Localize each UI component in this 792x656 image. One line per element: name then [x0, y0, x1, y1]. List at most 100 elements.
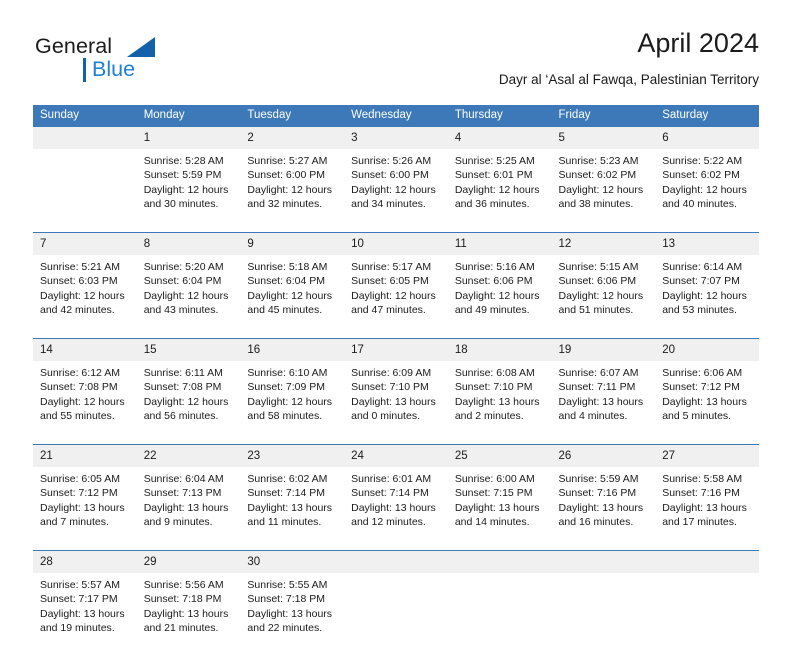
day-cell[interactable]: Sunrise: 6:07 AM Sunset: 7:11 PM Daylight:…: [551, 361, 656, 444]
sunset-text: Sunset: 6:00 PM: [351, 169, 429, 182]
general-blue-logo[interactable]: General Blue: [33, 35, 233, 94]
daylight-text: Daylight: 12 hours and 43 minutes.: [143, 289, 229, 317]
day-cell[interactable]: Sunrise: 6:12 AM Sunset: 7:08 PM Daylight:…: [33, 361, 137, 444]
day-cell[interactable]: Sunrise: 6:00 AM Sunset: 7:15 PM Daylight:…: [447, 467, 552, 550]
daylight-text: Daylight: 12 hours and 58 minutes.: [247, 395, 333, 423]
day-number-row: 14 15 16 17 18 19 20: [33, 339, 759, 361]
day-cell[interactable]: Sunrise: 5:28 AM Sunset: 5:59 PM Daylight:…: [136, 149, 241, 232]
daylight-text: Daylight: 12 hours and 55 minutes.: [40, 395, 125, 423]
daylight-text: Daylight: 13 hours and 0 minutes.: [351, 395, 436, 423]
sunset-text: Sunset: 6:04 PM: [247, 275, 326, 288]
day-cell[interactable]: Sunrise: 6:11 AM Sunset: 7:08 PM Daylight:…: [136, 361, 241, 444]
day-cell[interactable]: Sunrise: 5:15 AM Sunset: 6:06 PM Daylight:…: [551, 255, 656, 338]
day-number[interactable]: 6: [655, 127, 759, 149]
day-number[interactable]: 23: [240, 445, 345, 467]
day-number[interactable]: 3: [344, 127, 448, 149]
daylight-text: Daylight: 12 hours and 51 minutes.: [558, 289, 644, 317]
day-cell[interactable]: Sunrise: 6:08 AM Sunset: 7:10 PM Daylight:…: [447, 361, 552, 444]
day-cell[interactable]: Sunrise: 5:21 AM Sunset: 6:03 PM Daylight:…: [33, 255, 137, 338]
day-number[interactable]: 22: [136, 445, 241, 467]
sunset-text: Sunset: 6:01 PM: [454, 169, 533, 182]
day-number[interactable]: 28: [33, 551, 137, 573]
day-number[interactable]: 13: [655, 233, 759, 255]
day-number[interactable]: 4: [447, 127, 552, 149]
day-number[interactable]: 24: [344, 445, 448, 467]
day-number[interactable]: 7: [33, 233, 137, 255]
sunrise-text: Sunrise: 6:00 AM: [454, 473, 535, 485]
calendar-head: Sunday Monday Tuesday Wednesday Thursday…: [33, 105, 759, 127]
day-number[interactable]: 5: [551, 127, 656, 149]
day-cell[interactable]: Sunrise: 5:17 AM Sunset: 6:05 PM Daylight:…: [344, 255, 448, 338]
logo-bar-icon: [83, 58, 86, 82]
day-cell[interactable]: Sunrise: 5:58 AM Sunset: 7:16 PM Daylight:…: [655, 467, 759, 550]
day-number[interactable]: 1: [136, 127, 241, 149]
day-cell[interactable]: Sunrise: 6:14 AM Sunset: 7:07 PM Daylight:…: [655, 255, 759, 338]
day-cell[interactable]: Sunrise: 5:57 AM Sunset: 7:17 PM Daylight:…: [33, 573, 137, 656]
day-cell[interactable]: Sunrise: 5:55 AM Sunset: 7:18 PM Daylight:…: [240, 573, 345, 656]
day-number-empty: [447, 551, 552, 573]
sunrise-text: Sunrise: 6:08 AM: [454, 367, 535, 379]
sunset-text: Sunset: 7:12 PM: [40, 487, 118, 500]
day-number[interactable]: 15: [136, 339, 241, 361]
day-number[interactable]: 9: [240, 233, 345, 255]
day-number[interactable]: 20: [655, 339, 759, 361]
sunset-text: Sunset: 6:03 PM: [40, 275, 118, 288]
day-cell[interactable]: Sunrise: 6:05 AM Sunset: 7:12 PM Daylight:…: [33, 467, 137, 550]
day-cell[interactable]: Sunrise: 6:09 AM Sunset: 7:10 PM Daylight:…: [344, 361, 448, 444]
daylight-text: Daylight: 12 hours and 36 minutes.: [454, 183, 540, 211]
weekday-header-friday: Friday: [551, 105, 656, 127]
day-cell[interactable]: Sunrise: 5:56 AM Sunset: 7:18 PM Daylight:…: [136, 573, 241, 656]
sunset-text: Sunset: 7:08 PM: [40, 381, 118, 394]
day-cell[interactable]: Sunrise: 5:22 AM Sunset: 6:02 PM Daylight:…: [655, 149, 759, 232]
day-cell[interactable]: Sunrise: 5:20 AM Sunset: 6:04 PM Daylight:…: [136, 255, 241, 338]
sunrise-text: Sunrise: 5:25 AM: [454, 155, 535, 167]
sunrise-text: Sunrise: 5:27 AM: [247, 155, 328, 167]
day-number[interactable]: 11: [447, 233, 552, 255]
day-info-row: Sunrise: 6:12 AM Sunset: 7:08 PM Daylight:…: [33, 361, 759, 444]
day-number[interactable]: 18: [447, 339, 552, 361]
calendar-table: Sunday Monday Tuesday Wednesday Thursday…: [33, 105, 759, 656]
day-cell[interactable]: Sunrise: 6:06 AM Sunset: 7:12 PM Daylight:…: [655, 361, 759, 444]
sunset-text: Sunset: 6:04 PM: [143, 275, 222, 288]
day-info-row: Sunrise: 6:05 AM Sunset: 7:12 PM Daylight:…: [33, 467, 759, 550]
day-number[interactable]: 21: [33, 445, 137, 467]
day-number[interactable]: 25: [447, 445, 552, 467]
daylight-text: Daylight: 13 hours and 17 minutes.: [662, 501, 747, 529]
day-number[interactable]: 14: [33, 339, 137, 361]
day-cell[interactable]: Sunrise: 6:04 AM Sunset: 7:13 PM Daylight:…: [136, 467, 241, 550]
day-cell[interactable]: Sunrise: 5:23 AM Sunset: 6:02 PM Daylight:…: [551, 149, 656, 232]
day-number[interactable]: 26: [551, 445, 656, 467]
day-number[interactable]: 8: [136, 233, 241, 255]
weekday-header-monday: Monday: [136, 105, 241, 127]
day-number[interactable]: 27: [655, 445, 759, 467]
day-cell[interactable]: Sunrise: 5:16 AM Sunset: 6:06 PM Daylight:…: [447, 255, 552, 338]
day-cell[interactable]: Sunrise: 5:18 AM Sunset: 6:04 PM Daylight:…: [240, 255, 345, 338]
sunset-text: Sunset: 7:16 PM: [662, 487, 740, 500]
day-number[interactable]: 29: [136, 551, 241, 573]
day-cell[interactable]: Sunrise: 6:10 AM Sunset: 7:09 PM Daylight:…: [240, 361, 345, 444]
day-cell[interactable]: Sunrise: 5:59 AM Sunset: 7:16 PM Daylight:…: [551, 467, 656, 550]
sunrise-text: Sunrise: 5:26 AM: [351, 155, 432, 167]
day-cell[interactable]: Sunrise: 5:25 AM Sunset: 6:01 PM Daylight:…: [447, 149, 552, 232]
sunrise-text: Sunrise: 5:28 AM: [143, 155, 224, 167]
daylight-text: Daylight: 12 hours and 42 minutes.: [40, 289, 125, 317]
day-cell[interactable]: Sunrise: 6:01 AM Sunset: 7:14 PM Daylight:…: [344, 467, 448, 550]
day-cell-empty: [344, 573, 448, 656]
day-cell[interactable]: Sunrise: 5:26 AM Sunset: 6:00 PM Daylight:…: [344, 149, 448, 232]
day-number[interactable]: 30: [240, 551, 345, 573]
sunrise-text: Sunrise: 5:16 AM: [454, 261, 535, 273]
day-number[interactable]: 19: [551, 339, 656, 361]
day-cell[interactable]: Sunrise: 6:02 AM Sunset: 7:14 PM Daylight:…: [240, 467, 345, 550]
sunset-text: Sunset: 7:18 PM: [143, 593, 222, 606]
day-number-empty: [655, 551, 759, 573]
day-cell[interactable]: Sunrise: 5:27 AM Sunset: 6:00 PM Daylight:…: [240, 149, 345, 232]
sunrise-text: Sunrise: 6:06 AM: [662, 367, 743, 379]
day-number[interactable]: 10: [344, 233, 448, 255]
logo-text-blue: Blue: [92, 57, 136, 81]
sunset-text: Sunset: 5:59 PM: [143, 169, 222, 182]
day-number[interactable]: 17: [344, 339, 448, 361]
day-number[interactable]: 2: [240, 127, 345, 149]
day-number[interactable]: 16: [240, 339, 345, 361]
daylight-text: Daylight: 12 hours and 34 minutes.: [351, 183, 436, 211]
day-number[interactable]: 12: [551, 233, 656, 255]
